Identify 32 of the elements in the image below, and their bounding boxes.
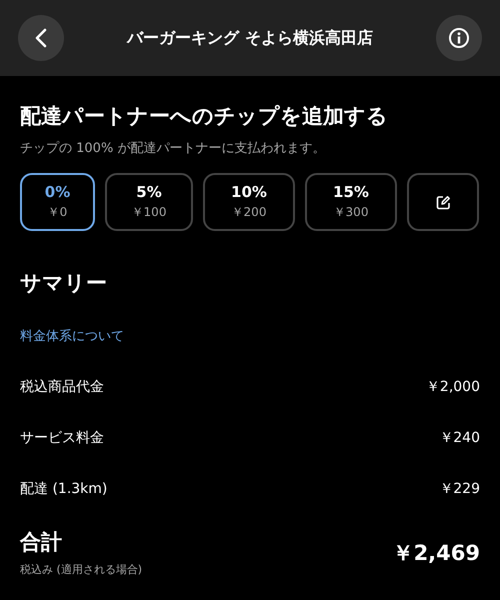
edit-icon: [436, 194, 450, 210]
fee-label: 配達 (1.3km): [20, 480, 108, 498]
tip-option[interactable]: 0% ￥0: [20, 173, 95, 231]
total-value: ￥2,469: [392, 540, 480, 566]
summary-heading: サマリー: [20, 270, 108, 297]
pricing-link[interactable]: 料金体系について: [20, 327, 124, 345]
tip-description: チップの 100% が配達パートナーに支払われます。: [20, 140, 326, 157]
tip-option[interactable]: 15% ￥300: [305, 173, 397, 231]
fee-label: 税込商品代金: [20, 378, 104, 396]
back-button[interactable]: [18, 15, 64, 61]
back-icon: [35, 28, 47, 48]
info-button[interactable]: [436, 15, 482, 61]
fee-label: サービス料金: [20, 429, 104, 447]
fee-value: ￥229: [439, 480, 480, 498]
tip-option[interactable]: 5% ￥100: [105, 173, 193, 231]
tip-percent: 10%: [231, 183, 267, 201]
tax-note: 税込み (適用される場合): [20, 562, 142, 577]
tip-heading: 配達パートナーへのチップを追加する: [20, 103, 389, 130]
store-title: バーガーキング そよら横浜高田店: [127, 28, 373, 48]
fee-value: ￥240: [439, 429, 480, 447]
tip-percent: 0%: [44, 183, 70, 201]
tip-percent: 5%: [136, 183, 162, 201]
custom-tip-button[interactable]: [407, 173, 479, 231]
tip-option[interactable]: 10% ￥200: [203, 173, 295, 231]
tip-amount: ￥300: [334, 204, 368, 221]
info-icon: [448, 27, 470, 49]
total-label: 合計: [20, 529, 63, 556]
fee-value: ￥2,000: [426, 378, 480, 396]
tip-amount: ￥100: [132, 204, 166, 221]
tip-percent: 15%: [333, 183, 369, 201]
tip-amount: ￥200: [232, 204, 266, 221]
tip-amount: ￥0: [48, 204, 68, 221]
